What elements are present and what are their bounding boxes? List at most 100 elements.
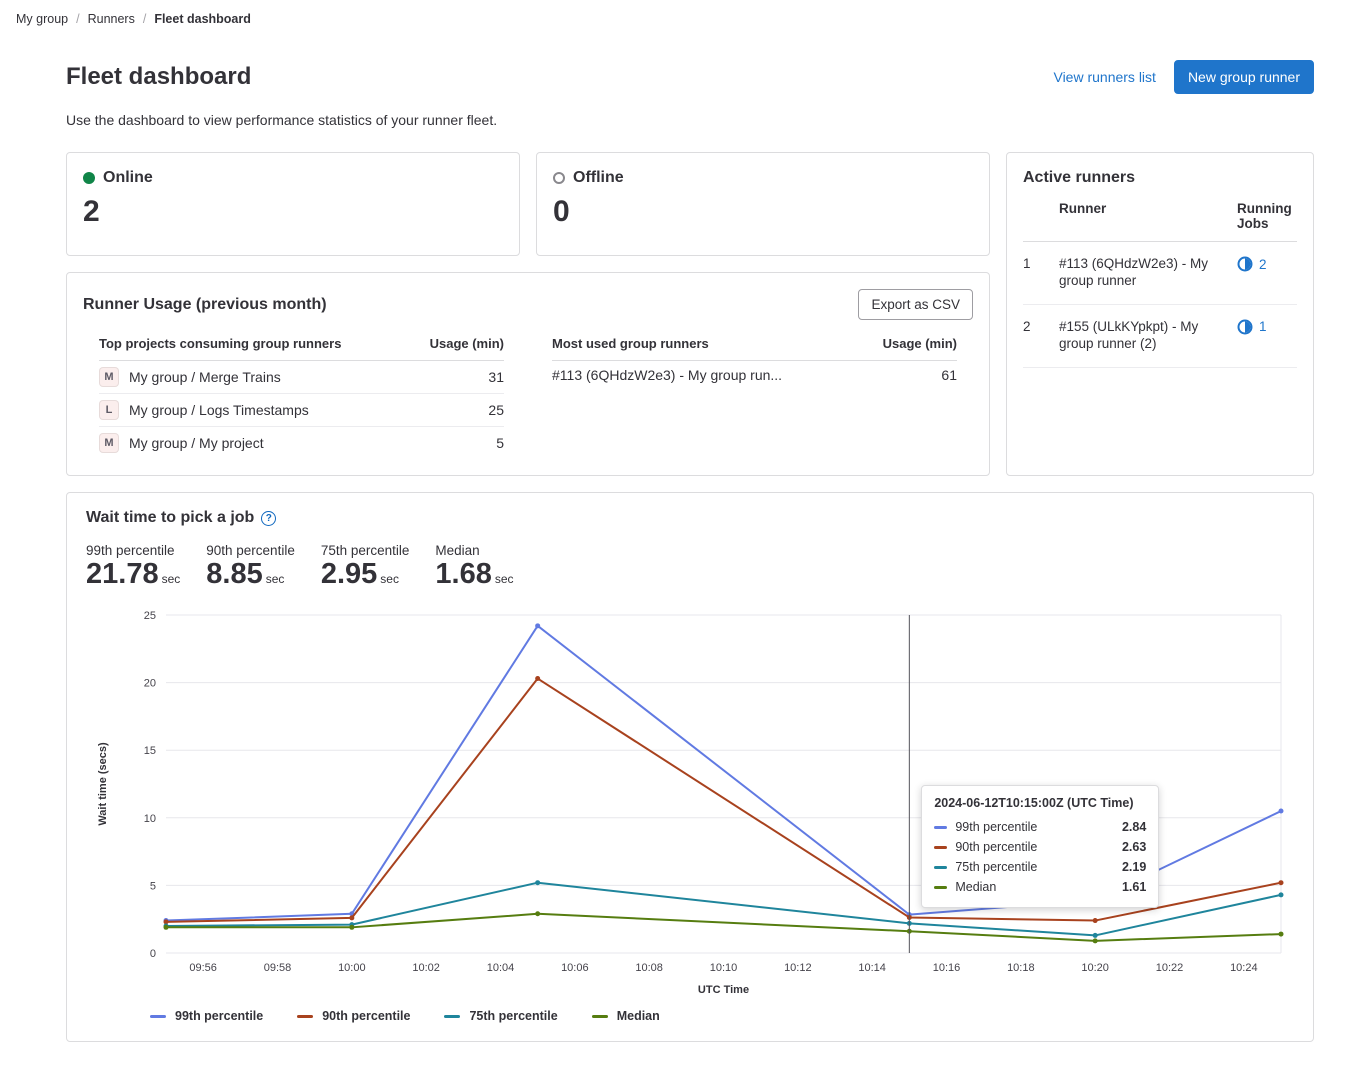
legend-label: 75th percentile (469, 1009, 557, 1023)
svg-text:10:22: 10:22 (1156, 962, 1184, 974)
breadcrumb-separator: / (143, 12, 146, 26)
runner-rank: 2 (1023, 319, 1059, 334)
active-runner-row: 2 #155 (ULkKYpkpt) - My group runner (2)… (1023, 305, 1297, 368)
view-runners-list-link[interactable]: View runners list (1053, 69, 1155, 85)
svg-text:09:56: 09:56 (189, 962, 217, 974)
legend-swatch (592, 1015, 608, 1018)
usage-value: 25 (488, 402, 504, 418)
help-icon[interactable]: ? (261, 511, 276, 526)
svg-text:15: 15 (144, 746, 156, 758)
project-name[interactable]: My group / Merge Trains (129, 369, 281, 385)
new-group-runner-button[interactable]: New group runner (1174, 60, 1314, 94)
stat-label: Median (435, 543, 513, 558)
offline-runners-card: Offline 0 (536, 152, 990, 256)
page-description: Use the dashboard to view performance st… (66, 112, 1314, 128)
project-name[interactable]: My group / Logs Timestamps (129, 402, 309, 418)
svg-text:10:02: 10:02 (412, 962, 440, 974)
usage-value: 5 (496, 435, 504, 451)
table-row: L My group / Logs Timestamps 25 (99, 394, 504, 427)
usage-min-header: Usage (min) (430, 336, 504, 351)
svg-text:10:00: 10:00 (338, 962, 366, 974)
legend-item-99th-percentile[interactable]: 99th percentile (150, 1009, 263, 1023)
jobs-count-value: 2 (1259, 257, 1267, 272)
table-row: M My group / Merge Trains 31 (99, 361, 504, 394)
online-status-icon (83, 172, 95, 184)
runner-name[interactable]: #113 (6QHdzW2e3) - My group run... (552, 367, 782, 383)
offline-label: Offline (573, 169, 624, 187)
svg-text:10:08: 10:08 (635, 962, 663, 974)
stat-99th-percentile: 99th percentile 21.78 sec (86, 543, 180, 591)
breadcrumb-my-group[interactable]: My group (16, 12, 68, 26)
running-status-icon (1237, 256, 1253, 272)
breadcrumb-separator: / (76, 12, 79, 26)
active-runners-title: Active runners (1023, 169, 1297, 187)
legend-item-median[interactable]: Median (592, 1009, 660, 1023)
stat-value: 1.68 (435, 558, 491, 591)
online-label: Online (103, 169, 153, 187)
jobs-count-value: 1 (1259, 319, 1267, 334)
wait-time-card: Wait time to pick a job ? 99th percentil… (66, 492, 1314, 1042)
legend-label: Median (617, 1009, 660, 1023)
running-jobs-column-header: Running Jobs (1237, 201, 1297, 231)
stat-90th-percentile: 90th percentile 8.85 sec (206, 543, 295, 591)
wait-time-chart[interactable]: 051015202509:5609:5810:0010:0210:0410:06… (82, 605, 1298, 1001)
usage-min-header: Usage (min) (883, 336, 957, 351)
stat-unit: sec (266, 573, 285, 587)
chart-legend: 99th percentile 90th percentile 75th perce… (82, 1009, 1298, 1023)
svg-text:09:58: 09:58 (264, 962, 292, 974)
stat-median: Median 1.68 sec (435, 543, 513, 591)
runner-usage-card: Runner Usage (previous month) Export as … (66, 272, 990, 476)
running-jobs-count[interactable]: 2 (1237, 256, 1297, 272)
svg-text:10:24: 10:24 (1230, 962, 1258, 974)
stat-label: 99th percentile (86, 543, 180, 558)
breadcrumb-fleet-dashboard: Fleet dashboard (154, 12, 251, 26)
legend-swatch (297, 1015, 313, 1018)
export-csv-button[interactable]: Export as CSV (858, 289, 973, 320)
svg-text:20: 20 (144, 678, 156, 690)
stat-unit: sec (495, 573, 514, 587)
running-status-icon (1237, 319, 1253, 335)
project-avatar: M (99, 433, 119, 453)
stat-value: 8.85 (206, 558, 262, 591)
runner-link[interactable]: #155 (ULkKYpkpt) - My group runner (2) (1059, 319, 1237, 353)
stat-value: 21.78 (86, 558, 159, 591)
most-used-runners-table: Most used group runners Usage (min) #113… (552, 326, 957, 459)
usage-value: 61 (941, 367, 957, 383)
breadcrumb-runners[interactable]: Runners (88, 12, 135, 26)
usage-value: 31 (488, 369, 504, 385)
active-runner-row: 1 #113 (6QHdzW2e3) - My group runner 2 (1023, 242, 1297, 305)
svg-text:10:12: 10:12 (784, 962, 812, 974)
svg-text:UTC Time: UTC Time (698, 984, 749, 996)
svg-text:0: 0 (150, 948, 156, 960)
svg-text:10:16: 10:16 (933, 962, 961, 974)
wait-time-chart-area: 051015202509:5609:5810:0010:0210:0410:06… (82, 605, 1298, 1001)
offline-status-icon (553, 172, 565, 184)
runner-usage-title: Runner Usage (previous month) (83, 296, 327, 314)
legend-label: 90th percentile (322, 1009, 410, 1023)
runner-link[interactable]: #113 (6QHdzW2e3) - My group runner (1059, 256, 1237, 290)
legend-label: 99th percentile (175, 1009, 263, 1023)
top-projects-table: Top projects consuming group runners Usa… (99, 326, 504, 459)
runner-column-header: Runner (1059, 201, 1237, 231)
legend-item-75th-percentile[interactable]: 75th percentile (444, 1009, 557, 1023)
runner-rank: 1 (1023, 256, 1059, 271)
stat-label: 75th percentile (321, 543, 410, 558)
svg-text:5: 5 (150, 881, 156, 893)
svg-text:25: 25 (144, 610, 156, 622)
breadcrumb: My group / Runners / Fleet dashboard (0, 0, 1350, 38)
page-title: Fleet dashboard (66, 63, 251, 91)
svg-text:10:04: 10:04 (487, 962, 515, 974)
running-jobs-count[interactable]: 1 (1237, 319, 1297, 335)
wait-time-title: Wait time to pick a job (86, 509, 254, 527)
project-name[interactable]: My group / My project (129, 435, 264, 451)
project-avatar: M (99, 367, 119, 387)
svg-text:10:06: 10:06 (561, 962, 589, 974)
svg-text:10:20: 10:20 (1081, 962, 1109, 974)
fleet-dashboard-page: Fleet dashboard View runners list New gr… (0, 38, 1350, 1070)
stat-unit: sec (162, 573, 181, 587)
top-projects-header: Top projects consuming group runners (99, 336, 341, 351)
stat-75th-percentile: 75th percentile 2.95 sec (321, 543, 410, 591)
svg-text:Wait time (secs): Wait time (secs) (97, 742, 109, 826)
legend-swatch (444, 1015, 460, 1018)
legend-item-90th-percentile[interactable]: 90th percentile (297, 1009, 410, 1023)
